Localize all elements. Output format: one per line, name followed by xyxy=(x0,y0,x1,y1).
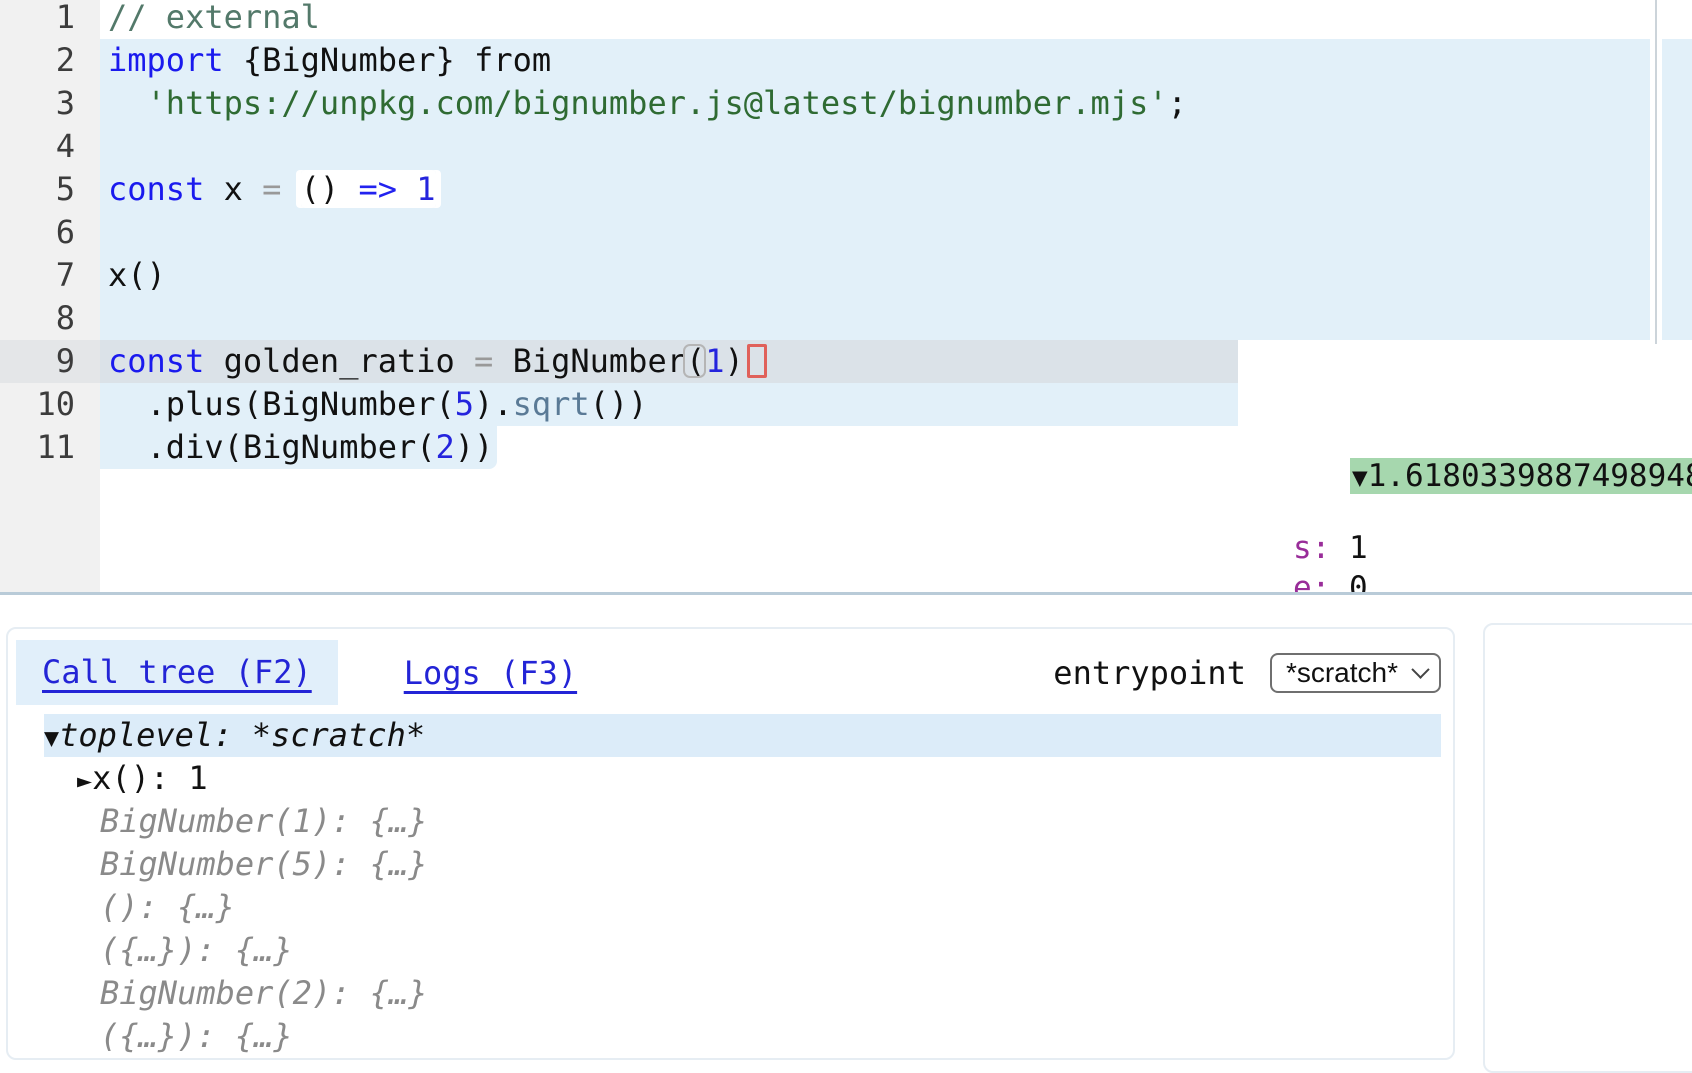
call-tree-row-label: (): {…} xyxy=(100,888,235,926)
line-number: 7 xyxy=(0,254,100,297)
code-line[interactable] xyxy=(100,125,1692,168)
code-token: // external xyxy=(108,0,320,36)
call-tree-row[interactable]: (): {…} xyxy=(8,886,1453,929)
code-token: 1 xyxy=(416,170,435,208)
call-tree-row-label: BigNumber(1): {…} xyxy=(100,802,428,840)
code-token: 1 xyxy=(705,342,724,380)
chevron-down-icon xyxy=(1411,660,1429,678)
call-tree-row-label: toplevel: *scratch* xyxy=(59,716,425,754)
collapse-triangle-icon[interactable]: ▼ xyxy=(1352,463,1368,493)
editor-bottom-border xyxy=(0,592,1692,595)
code-line[interactable]: const x = () => 1 xyxy=(100,168,1692,211)
line-number: 3 xyxy=(0,82,100,125)
code-token: x() xyxy=(108,256,166,294)
code-token xyxy=(281,170,300,208)
code-line[interactable]: x() xyxy=(100,254,1692,297)
tab-logs[interactable]: Logs (F3) xyxy=(404,654,577,692)
text-cursor xyxy=(747,344,767,378)
code-token: const xyxy=(108,170,204,208)
code-editor[interactable]: 1234567891011 // externalimport {BigNumb… xyxy=(0,0,1692,595)
line-number: 11 xyxy=(0,426,100,469)
code-line[interactable]: 'https://unpkg.com/bignumber.js@latest/b… xyxy=(100,82,1692,125)
code-token xyxy=(108,84,147,122)
call-tree-panel: Call tree (F2) Logs (F3) entrypoint *scr… xyxy=(6,627,1455,1060)
call-tree-row-label: ({…}): {…} xyxy=(100,931,293,969)
line-number: 8 xyxy=(0,297,100,340)
code-token: = xyxy=(474,342,493,380)
line-number: 1 xyxy=(0,0,100,39)
inspector-field-row[interactable]: s: 1 xyxy=(1238,528,1692,568)
code-token xyxy=(397,170,416,208)
code-token: ; xyxy=(1168,84,1187,122)
code-token: => xyxy=(358,170,397,208)
call-tree-row-label: BigNumber(5): {…} xyxy=(100,845,428,883)
code-token: ). xyxy=(474,385,513,423)
code-token: () xyxy=(301,170,359,208)
code-token: )) xyxy=(455,428,494,466)
entrypoint-label: entrypoint xyxy=(1053,654,1246,692)
code-token: x xyxy=(204,170,262,208)
code-line[interactable]: import {BigNumber} from xyxy=(100,39,1692,82)
call-tree-row-label: ({…}): {…} xyxy=(100,1017,293,1055)
code-token: .plus(BigNumber( xyxy=(108,385,455,423)
collapse-triangle-icon[interactable]: ▼ xyxy=(44,723,59,752)
code-token: ( xyxy=(686,342,705,380)
call-tree[interactable]: ▼toplevel: *scratch*►x(): 1BigNumber(1):… xyxy=(8,714,1453,1058)
call-tree-row-label: BigNumber(2): {…} xyxy=(100,974,428,1012)
code-token: ) xyxy=(725,342,744,380)
code-line[interactable] xyxy=(100,211,1692,254)
call-tree-row-label: x(): 1 xyxy=(92,759,208,797)
tab-call-tree-label[interactable]: Call tree (F2) xyxy=(42,653,312,691)
call-tree-row[interactable]: BigNumber(2): {…} xyxy=(8,972,1453,1015)
entrypoint-selected-option: *scratch* xyxy=(1286,657,1398,689)
line-number: 2 xyxy=(0,39,100,82)
code-token: = xyxy=(262,170,281,208)
line-number: 4 xyxy=(0,125,100,168)
tab-call-tree[interactable]: Call tree (F2) xyxy=(16,640,338,705)
call-tree-row[interactable]: BigNumber(5): {…} xyxy=(8,843,1453,886)
code-token: ()) xyxy=(590,385,648,423)
line-number: 9 xyxy=(0,340,100,383)
detail-panel-empty xyxy=(1483,623,1692,1073)
code-token: 2 xyxy=(436,428,455,466)
line-number: 6 xyxy=(0,211,100,254)
code-token: golden_ratio xyxy=(204,342,474,380)
code-line[interactable]: // external xyxy=(100,0,1692,39)
field-value: 1 xyxy=(1330,530,1367,566)
call-tree-row[interactable]: BigNumber(1): {…} xyxy=(8,800,1453,843)
expand-triangle-icon[interactable]: ► xyxy=(77,766,92,795)
inspector-value-row[interactable]: ▼1.61803398874989484821 xyxy=(1238,416,1692,456)
field-key: s: xyxy=(1293,530,1330,566)
code-token: sqrt xyxy=(513,385,590,423)
code-line[interactable] xyxy=(100,297,1692,340)
line-number: 10 xyxy=(0,383,100,426)
code-token: .div(BigNumber( xyxy=(108,428,436,466)
call-tree-row[interactable]: ({…}): {…} xyxy=(8,929,1453,972)
entrypoint-select[interactable]: *scratch* xyxy=(1270,653,1441,693)
call-tree-row[interactable]: ▼toplevel: *scratch* xyxy=(44,714,1441,757)
code-token: 5 xyxy=(455,385,474,423)
value-inspector[interactable]: ▼1.61803398874989484821 s: 1e: 0►c: [1, … xyxy=(1238,344,1692,595)
line-number-gutter: 1234567891011 xyxy=(0,0,100,592)
call-tree-row[interactable]: ►x(): 1 xyxy=(8,757,1453,800)
code-token: import xyxy=(108,41,224,79)
panel-tab-bar: Call tree (F2) Logs (F3) entrypoint *scr… xyxy=(16,640,1441,705)
code-token: const xyxy=(108,342,204,380)
line-number: 5 xyxy=(0,168,100,211)
code-token: 'https://unpkg.com/bignumber.js@latest/b… xyxy=(147,84,1168,122)
code-token: BigNumber xyxy=(493,342,686,380)
code-token: {BigNumber} from xyxy=(224,41,552,79)
call-tree-row[interactable]: ({…}): {…} xyxy=(8,1015,1453,1058)
selected-value[interactable]: ▼1.61803398874989484821 xyxy=(1350,458,1692,494)
inspector-field-row[interactable]: e: 0 xyxy=(1238,568,1692,595)
